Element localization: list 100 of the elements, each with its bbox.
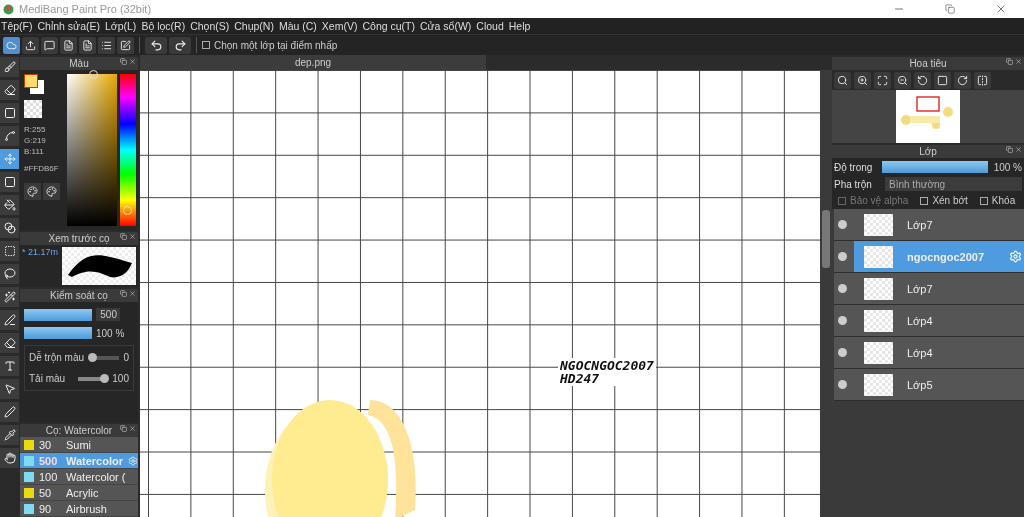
gradient-tool-button[interactable] [0, 218, 19, 238]
edit-button[interactable] [117, 36, 134, 54]
menu-item[interactable]: Màu (C) [277, 20, 321, 32]
dropper-tool-button[interactable] [0, 425, 19, 445]
option-slider[interactable] [78, 376, 109, 381]
close-icon[interactable] [1015, 146, 1022, 153]
document-tab[interactable]: dep.png [140, 55, 486, 70]
line-tool-button[interactable] [0, 126, 19, 146]
hand-tool-button[interactable] [0, 448, 19, 468]
scrollbar-thumb[interactable] [822, 210, 830, 268]
menu-item[interactable]: Help [507, 20, 535, 32]
pick-layer-checkbox[interactable]: Chọn một lớp tại điểm nhấp [202, 39, 338, 51]
menu-item[interactable]: Chụp(N) [233, 20, 278, 32]
palette-button[interactable] [24, 183, 41, 200]
reset-view-button[interactable] [934, 71, 951, 89]
visibility-dot[interactable] [838, 284, 847, 293]
eraser-tool-button[interactable] [0, 80, 19, 100]
layer-opacity-slider[interactable] [882, 161, 988, 173]
brush-list-item[interactable]: 50 Acrylic [20, 485, 138, 501]
bucket-tool-button[interactable] [0, 195, 19, 215]
selerase-tool-button[interactable] [0, 333, 19, 353]
close-icon[interactable] [1015, 58, 1022, 65]
brush-list-item[interactable]: 90 Airbrush [20, 501, 138, 517]
vertical-scrollbar[interactable] [820, 70, 832, 517]
brush-tool-button[interactable] [0, 57, 19, 77]
pen-tool-button[interactable] [0, 402, 19, 422]
menu-item[interactable]: Cloud [475, 20, 508, 32]
note-button[interactable] [60, 36, 77, 54]
blend-mode-dropdown[interactable]: Bình thường [885, 177, 1022, 191]
selpen-tool-button[interactable] [0, 310, 19, 330]
list-button[interactable] [98, 36, 115, 54]
restore-icon[interactable] [945, 4, 955, 14]
zoom-out-button[interactable] [894, 71, 911, 89]
fit-button[interactable] [874, 71, 891, 89]
undo-button[interactable] [145, 36, 167, 54]
pointer-tool-button[interactable] [0, 379, 19, 399]
layer-row[interactable]: Lớp4 [834, 337, 1024, 369]
wand-tool-button[interactable] [0, 287, 19, 307]
undock-icon[interactable] [1006, 58, 1013, 65]
close-icon[interactable] [995, 3, 1007, 15]
menu-item[interactable]: Công cụ(T) [361, 20, 419, 32]
brush-list-item[interactable]: 30 Sumi [20, 437, 138, 453]
panel-title: Lớp [919, 146, 937, 157]
menu-item[interactable]: Lớp(L) [103, 20, 141, 32]
undock-icon[interactable] [120, 58, 127, 65]
close-icon[interactable] [129, 58, 136, 65]
upload-button[interactable] [22, 36, 39, 54]
visibility-dot[interactable] [838, 220, 847, 229]
redo-button[interactable] [169, 36, 191, 54]
option-slider[interactable] [89, 355, 120, 360]
flip-button[interactable] [974, 71, 991, 89]
rotate-left-button[interactable] [914, 71, 931, 89]
menu-item[interactable]: Tệp(F) [0, 20, 37, 32]
color-swatch-pair[interactable] [24, 74, 46, 96]
brush-opacity-slider[interactable] [24, 327, 92, 339]
undock-icon[interactable] [1006, 146, 1013, 153]
select-tool-button[interactable] [0, 241, 19, 261]
document-icon [63, 39, 74, 51]
palette-settings-button[interactable] [43, 183, 60, 200]
canvas-thumbnail[interactable] [896, 90, 960, 143]
select-icon [3, 245, 16, 257]
layer-option-checkbox[interactable]: Xén bớt [920, 195, 968, 206]
rotate-right-button[interactable] [954, 71, 971, 89]
brush-list-item[interactable]: 100 Watercolor ( [20, 469, 138, 485]
visibility-dot[interactable] [838, 380, 847, 389]
layer-row[interactable]: Lớp7 [834, 273, 1024, 305]
layer-row[interactable]: Lớp4 [834, 305, 1024, 337]
comment-button[interactable] [41, 36, 58, 54]
menu-item[interactable]: Cửa sổ(W) [418, 20, 476, 32]
undock-icon[interactable] [120, 425, 127, 432]
hue-bar[interactable] [120, 74, 136, 226]
zoom-reset-button[interactable] [834, 71, 851, 89]
visibility-dot[interactable] [838, 252, 847, 261]
close-icon[interactable] [129, 290, 136, 297]
text-tool-button[interactable] [0, 356, 19, 376]
page-button[interactable] [79, 36, 96, 54]
layer-option-checkbox[interactable]: Khóa [979, 195, 1016, 206]
brush-name: Airbrush [66, 502, 107, 515]
layer-row[interactable]: Lớp5 [834, 369, 1024, 401]
menu-item[interactable]: Chọn(S) [189, 20, 234, 32]
visibility-dot[interactable] [838, 348, 847, 357]
brush-size-slider[interactable] [24, 308, 92, 321]
undock-icon[interactable] [120, 290, 127, 297]
undock-icon[interactable] [120, 233, 127, 240]
lasso-tool-button[interactable] [0, 264, 19, 284]
transparent-swatch[interactable] [24, 100, 42, 118]
canvas-grid[interactable]: NGOCNGOC2007 HD247 [140, 70, 820, 517]
speech-bubble-icon [44, 39, 55, 51]
menu-item[interactable]: Xem(V) [320, 20, 362, 32]
brush-size-value[interactable]: 500 [96, 308, 120, 321]
menu-item[interactable]: Bộ lọc(R) [140, 20, 190, 32]
zoom-in-button[interactable] [854, 71, 871, 89]
visibility-dot[interactable] [838, 316, 847, 325]
rect-tool-button[interactable] [0, 103, 19, 123]
close-icon[interactable] [129, 233, 136, 240]
cloud-button[interactable] [3, 36, 20, 54]
layer-row[interactable]: Lớp7 [834, 209, 1024, 241]
fill-tool-button[interactable] [0, 172, 19, 192]
menu-item[interactable]: Chỉnh sửa(E) [36, 20, 104, 32]
close-icon[interactable] [129, 425, 136, 432]
